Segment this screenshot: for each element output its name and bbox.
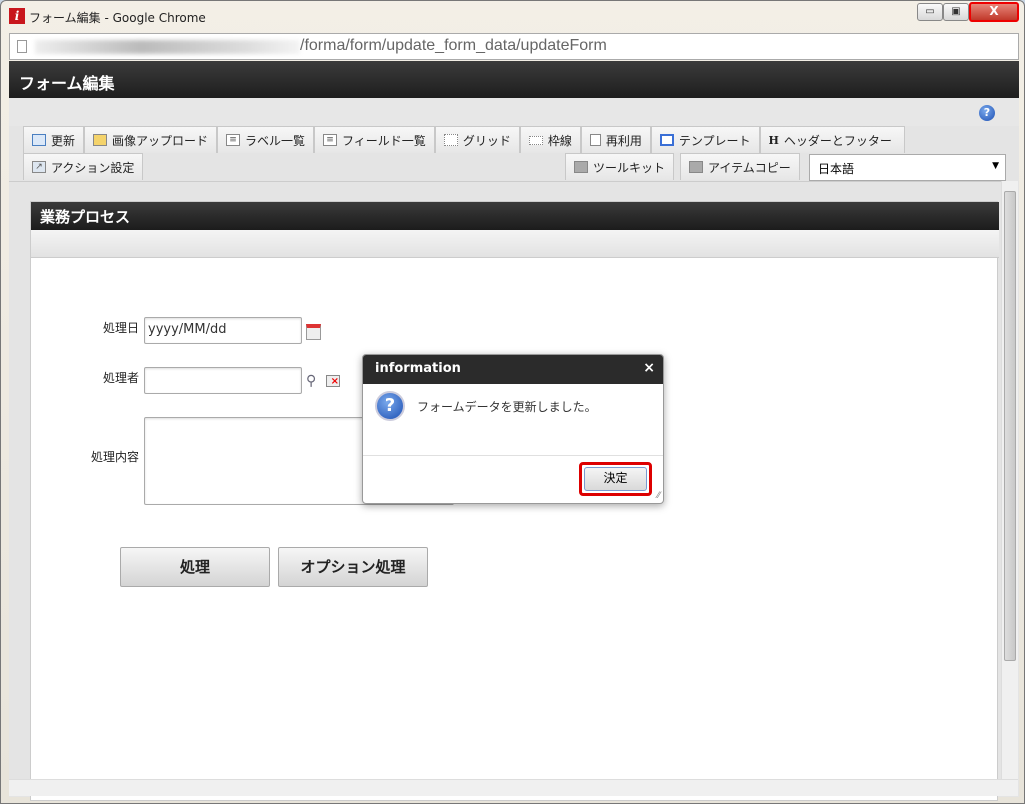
address-bar[interactable]: /forma/form/update_form_data/updateForm (9, 33, 1019, 60)
information-dialog: information × ? フォームデータを更新しました。 決定 ⁄⁄ (362, 354, 664, 504)
horizontal-scrollbar[interactable] (9, 779, 1018, 796)
resize-handle-icon[interactable]: ⁄⁄ (657, 491, 660, 501)
window-title: フォーム編集 - Google Chrome (29, 11, 206, 25)
tab-label: ヘッダーとフッター (783, 133, 892, 148)
item-copy-icon (689, 161, 703, 173)
tab-border[interactable]: 枠線 (519, 126, 581, 153)
dialog-message: フォームデータを更新しました。 (417, 400, 597, 414)
tab-grid[interactable]: グリッド (434, 126, 520, 153)
tab-reuse[interactable]: 再利用 (580, 126, 651, 153)
user-label: 処理者 (102, 371, 139, 385)
dialog-close-icon[interactable]: × (643, 360, 655, 376)
tab-image-upload[interactable]: 画像アップロード (84, 126, 218, 153)
action-icon: ↗ (32, 161, 46, 173)
app-icon: i (9, 8, 25, 24)
language-select[interactable]: 日本語 ▼ (809, 154, 1006, 181)
tab-item-copy[interactable]: アイテムコピー (680, 153, 800, 180)
tab-label: 再利用 (605, 133, 642, 148)
date-input[interactable]: yyyy/MM/dd (144, 317, 302, 344)
panel-title: 業務プロセス (31, 202, 999, 230)
tab-label: 枠線 (547, 133, 572, 148)
question-icon: ? (375, 391, 405, 421)
clear-icon[interactable]: × (326, 375, 340, 387)
toolbar (9, 98, 1019, 126)
tab-header-footer[interactable]: H ヘッダーとフッター (759, 126, 905, 153)
url-text: /forma/form/update_form_data/updateForm (300, 37, 607, 54)
update-icon (32, 134, 46, 146)
vertical-scrollbar[interactable] (1001, 181, 1018, 779)
label-list-icon: ≡ (226, 134, 241, 146)
dropdown-arrow-icon: ▼ (992, 161, 999, 171)
option-process-button[interactable]: オプション処理 (278, 547, 428, 587)
ok-button[interactable]: 決定 (584, 467, 647, 491)
tab-label: 更新 (51, 133, 76, 148)
template-icon (659, 134, 674, 146)
field-list-icon: ≡ (323, 134, 338, 146)
search-icon[interactable]: ⚲ (306, 373, 316, 389)
tab-label: ツールキット (593, 160, 666, 175)
image-upload-icon (93, 134, 108, 146)
maximize-button[interactable]: ▣ (943, 3, 969, 21)
border-icon (528, 135, 543, 145)
blurred-host (35, 40, 300, 54)
close-window-button[interactable]: X (969, 2, 1019, 22)
tab-field-list[interactable]: ≡ フィールド一覧 (314, 126, 435, 153)
scrollbar-thumb[interactable] (1004, 191, 1016, 661)
grid-icon (443, 134, 458, 146)
browser-window: i フォーム編集 - Google Chrome ▭ ▣ X /forma/fo… (0, 0, 1025, 804)
tab-row: 更新 画像アップロード ≡ ラベル一覧 ≡ フィールド一覧 グリッド 枠線 再利用 … (23, 126, 905, 153)
tab-action-settings[interactable]: ↗ アクション設定 (23, 153, 144, 180)
process-button[interactable]: 処理 (120, 547, 270, 587)
header-footer-icon: H (768, 133, 779, 147)
calendar-icon[interactable] (306, 324, 321, 340)
tab-toolkit[interactable]: ツールキット (565, 153, 675, 180)
language-value: 日本語 (818, 162, 855, 176)
tab-label: フィールド一覧 (342, 133, 426, 148)
date-label: 処理日 (102, 321, 139, 335)
tab-label: アイテムコピー (708, 160, 791, 175)
content-label: 処理内容 (90, 450, 139, 464)
tab-label: 画像アップロード (112, 133, 209, 148)
tab-label-list[interactable]: ≡ ラベル一覧 (217, 126, 315, 153)
tab-label: テンプレート (678, 133, 751, 148)
tab-label: ラベル一覧 (245, 133, 306, 148)
help-icon[interactable]: ? (979, 105, 995, 121)
tab-update[interactable]: 更新 (23, 126, 85, 153)
minimize-button[interactable]: ▭ (917, 3, 943, 21)
toolkit-icon (574, 161, 588, 173)
panel-subheader (31, 230, 999, 258)
page-icon (17, 40, 27, 53)
reuse-icon (589, 134, 601, 146)
tab-label: グリッド (462, 133, 511, 148)
tab-template[interactable]: テンプレート (650, 126, 760, 153)
app-header: フォーム編集 (9, 61, 1019, 98)
user-input[interactable] (144, 367, 302, 394)
ok-button-highlight: 決定 (579, 462, 652, 496)
tab-label: アクション設定 (51, 160, 135, 175)
dialog-title: information (363, 355, 663, 384)
